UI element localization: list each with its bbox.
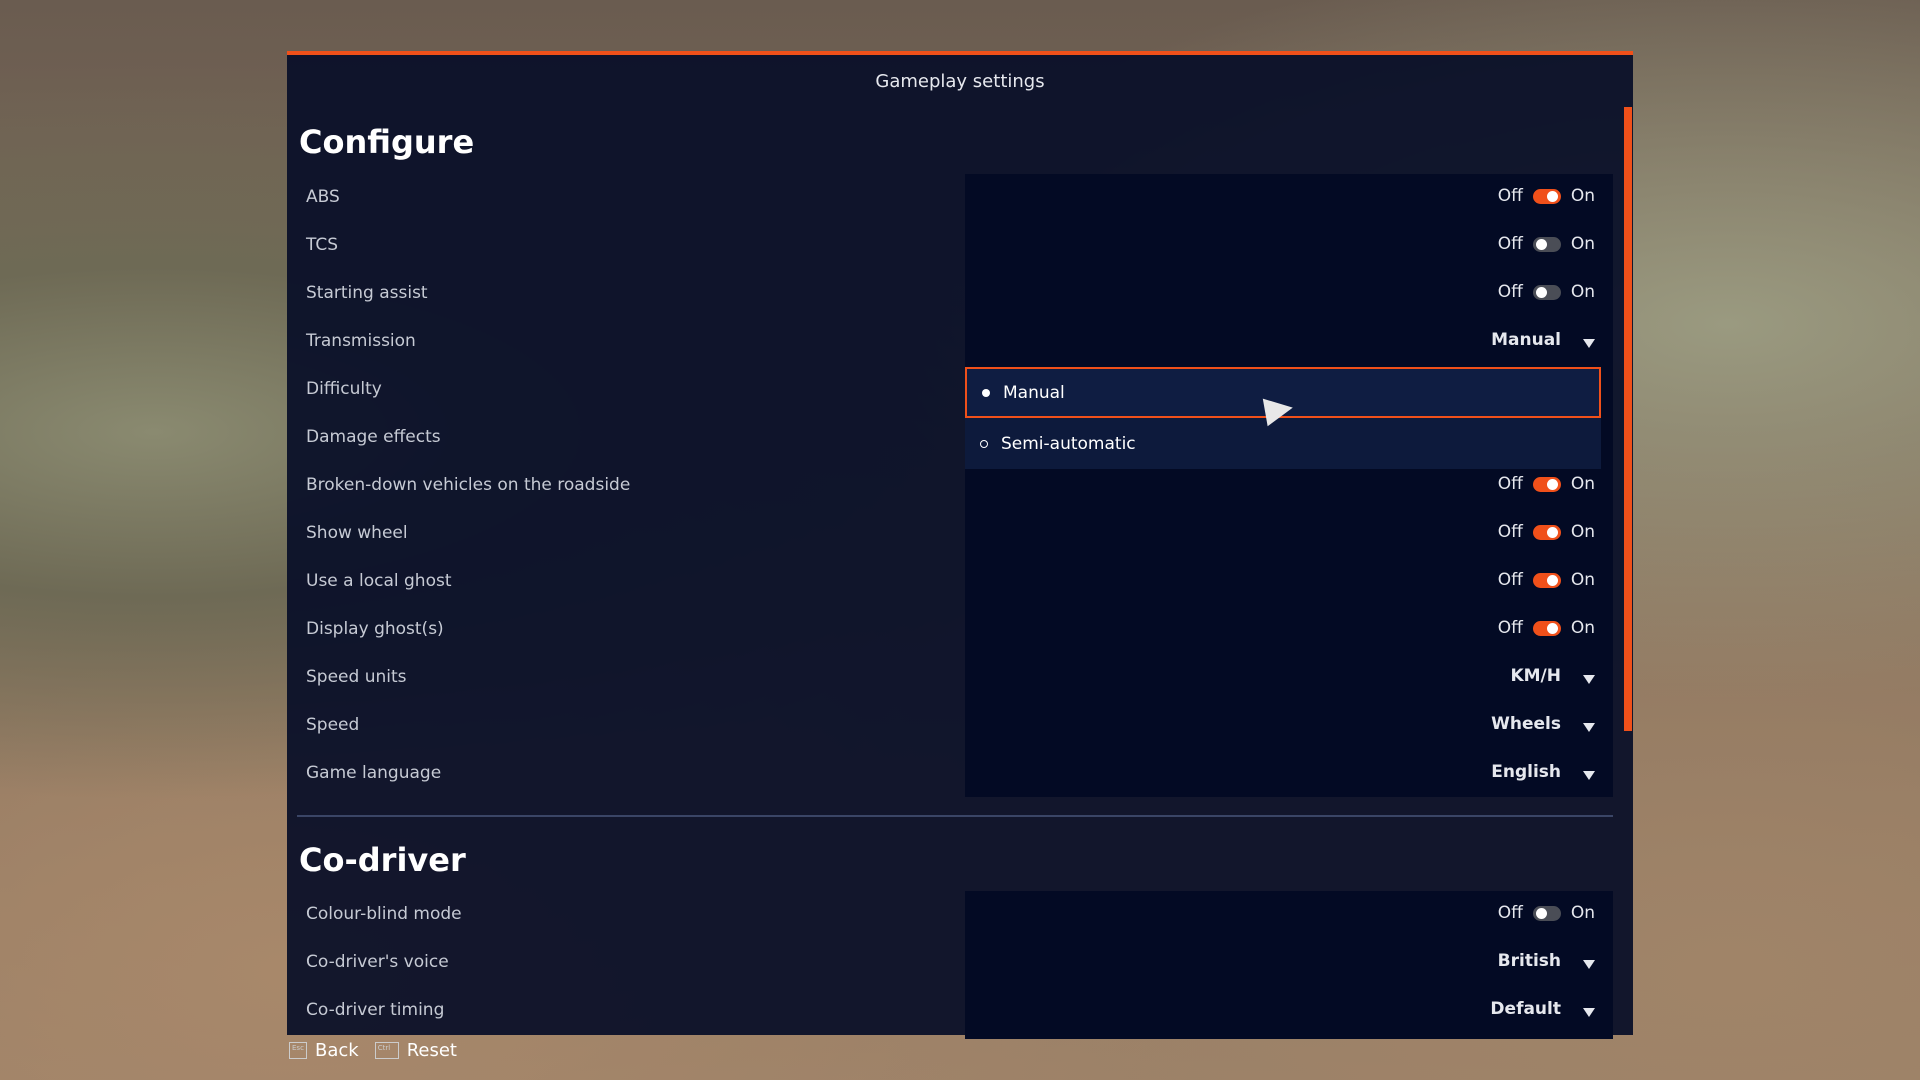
on-label: On	[1570, 282, 1595, 302]
dropdown[interactable]: English	[1491, 762, 1595, 782]
chevron-down-icon	[1583, 959, 1595, 969]
off-label: Off	[1497, 282, 1523, 302]
dropdown[interactable]: British	[1498, 951, 1595, 971]
dropdown-value: Default	[1490, 999, 1561, 1019]
setting-label: ABS	[306, 187, 340, 207]
dropdown-value: Wheels	[1491, 714, 1561, 734]
setting-label: Colour-blind mode	[306, 904, 462, 924]
toggle-control[interactable]: Off On	[1498, 618, 1595, 638]
option-label: Manual	[1003, 382, 1065, 403]
setting-label: Starting assist	[306, 283, 428, 303]
setting-label: Speed	[306, 715, 360, 735]
setting-row-transmission[interactable]: Transmission Manual	[287, 318, 1613, 366]
off-label: Off	[1497, 570, 1523, 590]
chevron-down-icon	[1583, 338, 1595, 348]
transmission-option-semi-automatic[interactable]: Semi-automatic	[965, 418, 1601, 469]
mouse-cursor-icon	[1262, 393, 1296, 427]
ctrl-key-icon: Ctrl	[374, 1042, 399, 1059]
toggle-switch[interactable]	[1532, 620, 1561, 636]
footer: Esc Back Ctrl Reset	[289, 1040, 457, 1061]
section-divider	[297, 815, 1613, 817]
setting-row-show-wheel[interactable]: Show wheel Off On	[287, 510, 1613, 558]
toggle-control[interactable]: Off On	[1498, 474, 1595, 494]
configure-heading: Configure	[299, 123, 475, 161]
on-label: On	[1570, 234, 1595, 254]
off-label: Off	[1497, 903, 1523, 923]
setting-row-co-driver-s-voice[interactable]: Co-driver's voice British	[287, 939, 1613, 987]
toggle-control[interactable]: Off On	[1498, 282, 1595, 302]
toggle-switch[interactable]	[1532, 524, 1561, 540]
esc-key-icon: Esc	[289, 1042, 307, 1059]
toggle-control[interactable]: Off On	[1498, 234, 1595, 254]
setting-row-starting-assist[interactable]: Starting assist Off On	[287, 270, 1613, 318]
settings-panel: Gameplay settings Configure ABS Off On TCS O…	[287, 51, 1633, 1039]
toggle-control[interactable]: Off On	[1498, 903, 1595, 923]
toggle-switch[interactable]	[1532, 284, 1561, 300]
on-label: On	[1570, 522, 1595, 542]
toggle-switch[interactable]	[1532, 188, 1561, 204]
setting-row-speed[interactable]: Speed Wheels	[287, 702, 1613, 750]
toggle-control[interactable]: Off On	[1498, 522, 1595, 542]
off-label: Off	[1497, 522, 1523, 542]
toggle-switch[interactable]	[1532, 572, 1561, 588]
on-label: On	[1570, 570, 1595, 590]
dropdown[interactable]: Wheels	[1491, 714, 1595, 734]
chevron-down-icon	[1583, 722, 1595, 732]
option-label: Semi-automatic	[1001, 433, 1136, 454]
panel-title: Gameplay settings	[875, 71, 1045, 92]
setting-row-speed-units[interactable]: Speed units KM/H	[287, 654, 1613, 702]
codriver-heading: Co-driver	[299, 841, 466, 879]
setting-label: Show wheel	[306, 523, 408, 543]
on-label: On	[1570, 186, 1595, 206]
toggle-control[interactable]: Off On	[1498, 186, 1595, 206]
on-label: On	[1570, 474, 1595, 494]
toggle-switch[interactable]	[1532, 476, 1561, 492]
setting-row-co-driver-timing[interactable]: Co-driver timing Default	[287, 987, 1613, 1035]
setting-row-game-language[interactable]: Game language English	[287, 750, 1613, 798]
toggle-switch[interactable]	[1532, 905, 1561, 921]
dropdown-value: Manual	[1491, 330, 1561, 350]
setting-row-use-a-local-ghost[interactable]: Use a local ghost Off On	[287, 558, 1613, 606]
setting-label: Difficulty	[306, 379, 382, 399]
off-label: Off	[1497, 618, 1523, 638]
off-label: Off	[1497, 474, 1523, 494]
setting-row-broken-down-vehicles-on-the-roadside[interactable]: Broken-down vehicles on the roadside Off O…	[287, 462, 1613, 510]
chevron-down-icon	[1583, 770, 1595, 780]
scrollbar[interactable]	[1624, 107, 1632, 731]
setting-label: Use a local ghost	[306, 571, 452, 591]
setting-label: Broken-down vehicles on the roadside	[306, 475, 631, 495]
dropdown[interactable]: Manual	[1491, 330, 1595, 350]
setting-label: Co-driver timing	[306, 1000, 445, 1020]
dropdown[interactable]: KM/H	[1510, 666, 1595, 686]
dropdown[interactable]: Default	[1490, 999, 1595, 1019]
radio-selected-icon	[982, 388, 990, 397]
dropdown-value: British	[1497, 951, 1561, 971]
setting-row-abs[interactable]: ABS Off On	[287, 174, 1613, 222]
dropdown-value: English	[1491, 762, 1561, 782]
setting-row-tcs[interactable]: TCS Off On	[287, 222, 1613, 270]
on-label: On	[1570, 618, 1595, 638]
on-label: On	[1570, 903, 1595, 923]
toggle-switch[interactable]	[1532, 236, 1561, 252]
setting-label: Damage effects	[306, 427, 441, 447]
dropdown-value: KM/H	[1510, 666, 1561, 686]
setting-row-colour-blind-mode[interactable]: Colour-blind mode Off On	[287, 891, 1613, 939]
chevron-down-icon	[1583, 674, 1595, 684]
back-button[interactable]: Back	[315, 1040, 359, 1061]
setting-label: Display ghost(s)	[306, 619, 444, 639]
setting-label: Co-driver's voice	[306, 952, 449, 972]
chevron-down-icon	[1583, 1007, 1595, 1017]
setting-label: Game language	[306, 763, 442, 783]
toggle-control[interactable]: Off On	[1498, 570, 1595, 590]
radio-unselected-icon	[980, 439, 988, 448]
off-label: Off	[1497, 186, 1523, 206]
reset-button[interactable]: Reset	[407, 1040, 457, 1061]
setting-label: Transmission	[306, 331, 416, 351]
setting-row-display-ghost-s[interactable]: Display ghost(s) Off On	[287, 606, 1613, 654]
setting-label: TCS	[306, 235, 339, 255]
off-label: Off	[1497, 234, 1523, 254]
setting-label: Speed units	[306, 667, 407, 687]
